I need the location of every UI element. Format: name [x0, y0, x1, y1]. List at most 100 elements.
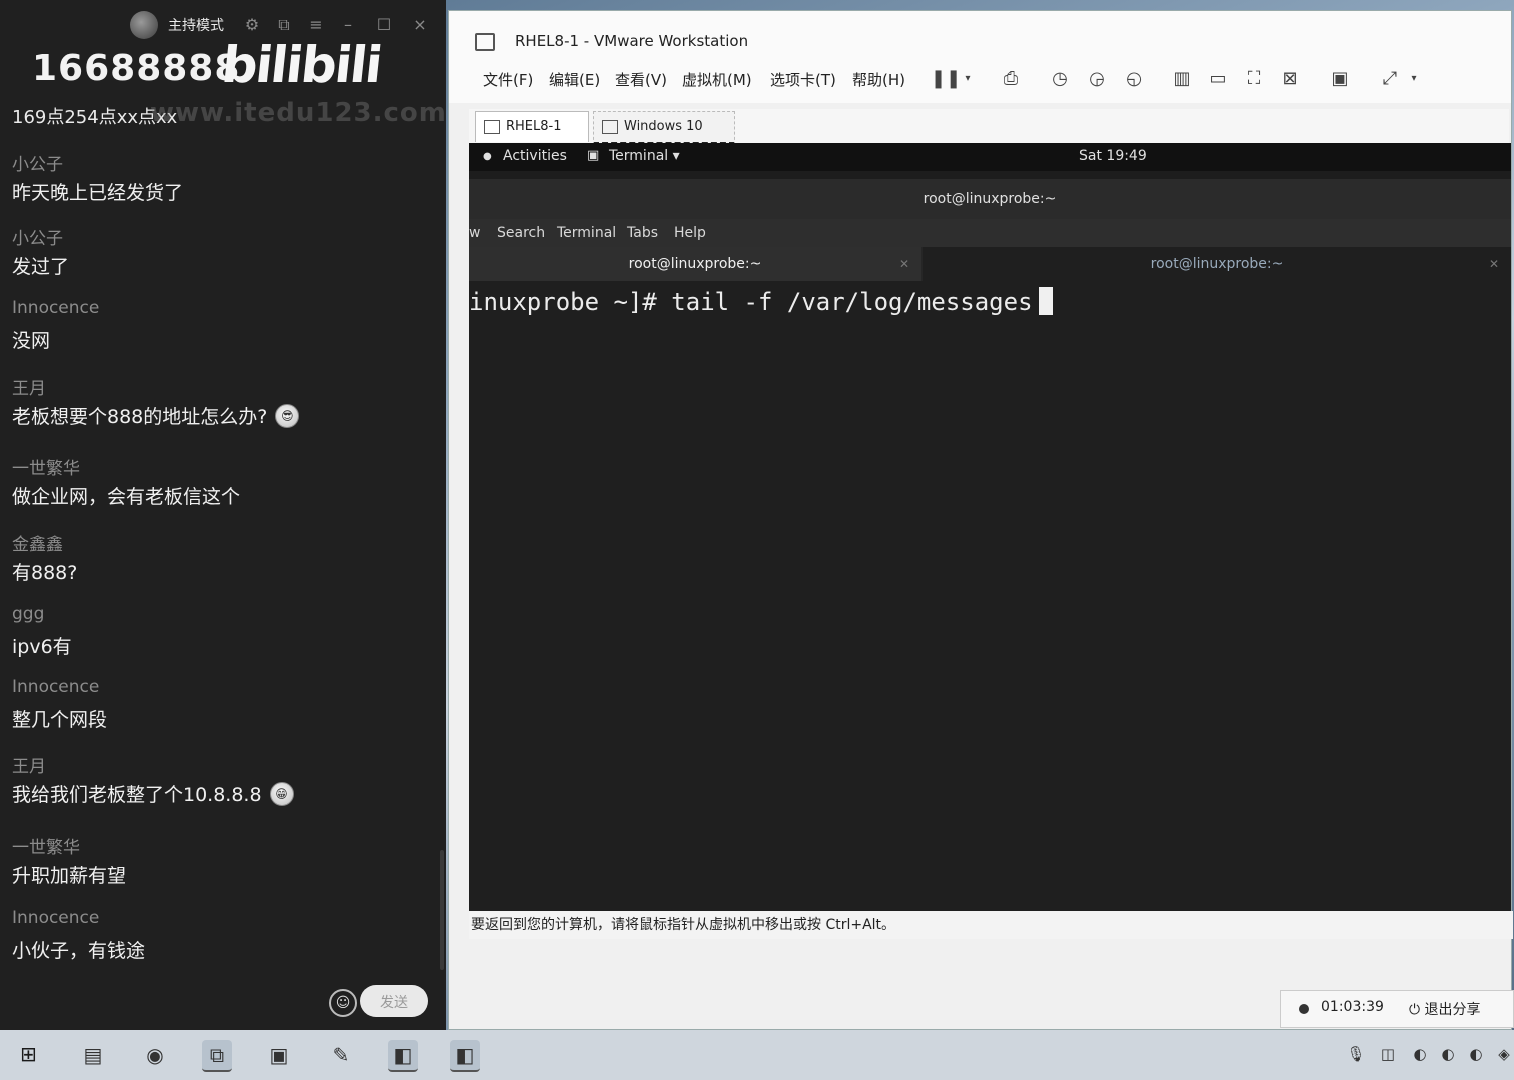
chat-text: 我给我们老板整了个10.8.8.8: [12, 784, 262, 806]
room-number: 16688888: [32, 48, 241, 89]
chevron-down-icon[interactable]: ▾: [1403, 68, 1425, 90]
tray-app-icon[interactable]: ◫: [1378, 1044, 1398, 1064]
chat-username: 小公子: [12, 155, 63, 175]
menubar: [449, 61, 1511, 103]
revert-snapshot-icon[interactable]: ◶: [1086, 68, 1108, 90]
terminal-taskbar-icon[interactable]: ◧: [388, 1040, 418, 1072]
chat-message: 王月 我给我们老板整了个10.8.8.8 😁: [12, 752, 294, 807]
tab-rhel8-1[interactable]: RHEL8-1: [475, 111, 589, 142]
security-icon[interactable]: ◈: [1494, 1044, 1514, 1064]
close-icon[interactable]: ×: [410, 15, 430, 34]
menu-view[interactable]: w: [469, 225, 480, 241]
menu-help[interactable]: Help: [674, 225, 706, 241]
guest-screen[interactable]: ● Activities ▣ Terminal ▾ Sat 19:49 root…: [469, 143, 1511, 911]
terminal-taskbar-icon-2[interactable]: ◧: [450, 1040, 480, 1072]
tab-windows-10[interactable]: Windows 10: [593, 111, 735, 145]
chat-message: Innocence 小伙子，有钱途: [12, 908, 145, 963]
pause-icon[interactable]: ❚❚: [931, 68, 961, 90]
menu-view[interactable]: 查看(V): [615, 69, 667, 90]
host-mode-label[interactable]: 主持模式: [168, 15, 224, 35]
stretch-icon[interactable]: ⤢: [1379, 68, 1401, 90]
penguin-icon-2[interactable]: ◐: [1438, 1044, 1458, 1064]
popout-icon[interactable]: ⧉: [274, 15, 294, 35]
vm-icon: [484, 120, 500, 134]
file-explorer-icon[interactable]: ▤: [78, 1040, 108, 1070]
chat-text: 昨天晚上已经发货了: [12, 182, 184, 204]
chat-username: ggg: [12, 604, 45, 624]
gnome-top-bar: ● Activities ▣ Terminal ▾ Sat 19:49: [469, 143, 1511, 171]
tab-label: Windows 10: [624, 119, 703, 134]
menu-icon[interactable]: ≡: [306, 15, 326, 34]
settings-icon[interactable]: ⚙: [242, 15, 262, 34]
command-line: inuxprobe ~]# tail -f /var/log/messages: [469, 288, 1033, 316]
text-cursor: [1038, 287, 1053, 315]
chat-text: 小伙子，有钱途: [12, 940, 146, 962]
watermark: www.itedu123.com: [150, 98, 447, 128]
close-icon[interactable]: ✕: [899, 247, 909, 281]
vmware-taskbar-icon[interactable]: ⧉: [202, 1040, 232, 1072]
clock[interactable]: Sat 19:49: [1079, 148, 1147, 164]
menu-vm[interactable]: 虚拟机(M): [682, 69, 752, 90]
share-timer: 01:03:39: [1321, 999, 1384, 1015]
avatar[interactable]: [130, 11, 158, 39]
terminal-app-icon: ▣: [587, 148, 600, 163]
chat-username: Innocence: [12, 677, 100, 697]
chat-username: 一世繁华: [12, 838, 80, 858]
exit-share-button[interactable]: ⏻ 退出分享: [1409, 999, 1481, 1019]
chat-text: 整几个网段: [12, 709, 108, 731]
chat-message: Innocence 没网: [12, 298, 99, 353]
console-icon[interactable]: ▣: [1329, 68, 1351, 90]
activities-button[interactable]: Activities: [503, 148, 567, 164]
browser-icon[interactable]: ◉: [140, 1040, 170, 1070]
menu-terminal[interactable]: Terminal: [557, 225, 616, 241]
fullscreen-icon[interactable]: ⛶: [1243, 68, 1265, 90]
maximize-icon[interactable]: ☐: [374, 15, 394, 34]
tab-label: root@linuxprobe:~: [1150, 256, 1284, 272]
thumbnail-icon[interactable]: ▭: [1207, 68, 1229, 90]
terminal-app-menu[interactable]: Terminal ▾: [609, 148, 680, 164]
chat-message: 一世繁华 升职加薪有望: [12, 833, 126, 888]
chat-username: 金鑫鑫: [12, 535, 63, 555]
power-icon: ●: [483, 151, 492, 162]
send-button[interactable]: 发送: [360, 985, 428, 1017]
microphone-icon[interactable]: 🎙: [1346, 1044, 1366, 1064]
window-title: RHEL8-1 - VMware Workstation: [515, 32, 749, 50]
terminal-output[interactable]: inuxprobe ~]# tail -f /var/log/messages: [469, 281, 1511, 911]
menu-tabs[interactable]: Tabs: [627, 225, 658, 241]
sunglasses-emoji-icon: 😎: [275, 403, 300, 428]
tab-label: root@linuxprobe:~: [628, 256, 762, 272]
chat-username: 王月: [12, 757, 46, 777]
library-icon[interactable]: ▥: [1171, 68, 1193, 90]
snapshot-icon[interactable]: ◷: [1049, 68, 1071, 90]
windows-start-icon[interactable]: ⊞: [20, 1044, 40, 1064]
menu-edit[interactable]: 编辑(E): [549, 69, 600, 90]
chat-username: Innocence: [12, 908, 100, 928]
chat-message: 小公子 发过了: [12, 224, 69, 279]
penguin-icon[interactable]: ◐: [1410, 1044, 1430, 1064]
menu-tabs[interactable]: 选项卡(T): [770, 69, 836, 90]
chat-scrollbar[interactable]: [440, 850, 444, 970]
snapshot-manager-icon[interactable]: ◵: [1123, 68, 1145, 90]
terminal-tab-1[interactable]: root@linuxprobe:~ ✕: [469, 247, 921, 281]
penguin-icon-3[interactable]: ◐: [1466, 1044, 1486, 1064]
terminal-tab-2[interactable]: root@linuxprobe:~ ✕: [923, 247, 1511, 281]
unity-icon[interactable]: ⊠: [1279, 68, 1301, 90]
chat-message: 王月 老板想要个888的地址怎么办? 😎: [12, 374, 300, 429]
chat-username: 小公子: [12, 229, 63, 249]
grin-emoji-icon: 😁: [269, 781, 294, 806]
emoji-picker-icon[interactable]: ☺: [329, 989, 357, 1017]
menu-search[interactable]: Search: [497, 225, 545, 241]
exit-share-label: 退出分享: [1424, 1002, 1481, 1018]
terminal-tab-strip: root@linuxprobe:~ ✕ root@linuxprobe:~ ✕: [469, 247, 1511, 281]
menu-file[interactable]: 文件(F): [483, 69, 533, 90]
chat-panel: 主持模式 ⚙ ⧉ ≡ – ☐ × 16688888 bilibili 169点2…: [0, 0, 446, 1030]
chevron-down-icon[interactable]: ▾: [957, 68, 979, 90]
feather-app-icon[interactable]: ✎: [326, 1040, 356, 1070]
close-icon[interactable]: ✕: [1489, 247, 1499, 281]
menu-help[interactable]: 帮助(H): [852, 69, 905, 90]
chat-username: Innocence: [12, 298, 100, 318]
send-ctrl-alt-del-icon[interactable]: ⎙: [1000, 68, 1022, 90]
media-app-icon[interactable]: ▣: [264, 1040, 294, 1070]
minimize-icon[interactable]: –: [338, 15, 358, 34]
chat-text: 没网: [12, 330, 51, 352]
